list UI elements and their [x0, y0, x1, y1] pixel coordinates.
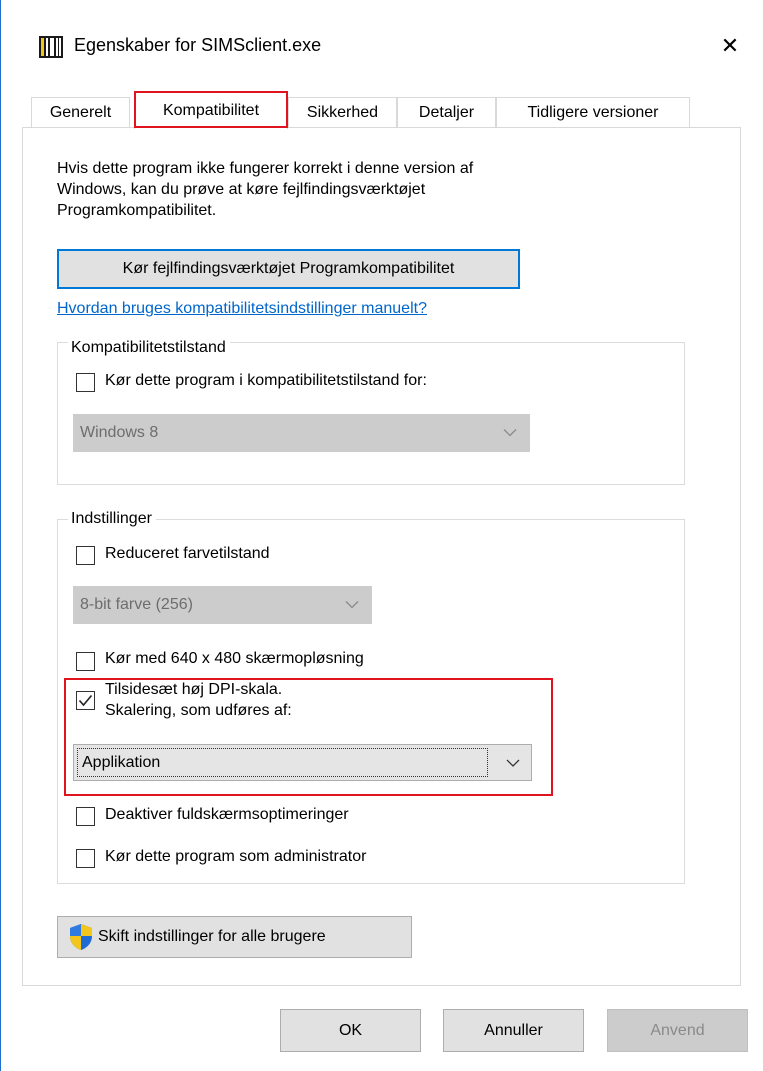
description-text: Hvis dette program ikke fungerer korrekt… — [57, 158, 657, 221]
reduced-color-label: Reduceret farvetilstand — [105, 545, 270, 562]
dpi-scaling-value: Applikation — [77, 748, 488, 777]
chevron-down-icon — [506, 759, 520, 767]
change-all-users-button[interactable]: Skift indstillinger for alle brugere — [57, 916, 412, 958]
change-all-users-label: Skift indstillinger for alle brugere — [98, 928, 326, 945]
high-dpi-sublabel: Skalering, som udføres af: — [105, 702, 292, 719]
fullscreen-opt-checkbox[interactable] — [76, 807, 95, 826]
description-line: Hvis dette program ikke fungerer korrekt… — [57, 160, 474, 177]
compat-mode-label: Kør dette program i kompatibilitetstilst… — [105, 372, 427, 389]
reduced-color-checkbox[interactable] — [76, 546, 95, 565]
tab-label: Tidligere versioner — [527, 103, 659, 121]
tab-label: Detaljer — [418, 103, 475, 121]
low-res-checkbox[interactable] — [76, 652, 95, 671]
compat-os-value: Windows 8 — [80, 424, 159, 441]
tab-kompatibilitet[interactable]: Kompatibilitet — [134, 92, 288, 129]
tab-generelt[interactable]: Generelt — [31, 97, 130, 127]
run-admin-checkbox[interactable] — [76, 849, 95, 868]
compat-help-link[interactable]: Hvordan bruges kompatibilitetsindstillin… — [57, 300, 427, 318]
compat-mode-checkbox[interactable] — [76, 373, 95, 392]
compat-os-select: Windows 8 — [73, 414, 530, 452]
low-res-label: Kør med 640 x 480 skærmopløsning — [105, 650, 364, 667]
tab-tidligere-versioner[interactable]: Tidligere versioner — [496, 97, 690, 127]
dpi-scaling-select[interactable]: Applikation — [73, 744, 532, 781]
checkmark-icon — [78, 694, 93, 707]
tab-label: Sikkerhed — [306, 103, 379, 121]
tab-detaljer[interactable]: Detaljer — [397, 97, 496, 127]
window-border — [0, 0, 1, 1071]
run-troubleshooter-button[interactable]: Kør fejlfindingsværktøjet Programkompati… — [57, 249, 520, 289]
ok-button[interactable]: OK — [280, 1009, 421, 1052]
color-depth-value: 8-bit farve (256) — [80, 596, 193, 613]
description-line: Windows, kan du prøve at køre fejlfindin… — [57, 181, 426, 198]
settings-legend: Indstillinger — [68, 510, 156, 528]
color-depth-select: 8-bit farve (256) — [73, 586, 372, 624]
compat-mode-legend: Kompatibilitetstilstand — [68, 339, 230, 357]
high-dpi-checkbox[interactable] — [76, 691, 95, 710]
uac-shield-icon — [70, 924, 92, 950]
run-admin-label: Kør dette program som administrator — [105, 848, 367, 865]
tab-label: Kompatibilitet — [162, 102, 260, 119]
close-icon: ✕ — [720, 33, 740, 58]
description-line: Programkompatibilitet. — [57, 202, 217, 219]
cancel-button[interactable]: Annuller — [443, 1009, 584, 1052]
fullscreen-opt-label: Deaktiver fuldskærmsoptimeringer — [105, 806, 349, 823]
chevron-down-icon — [503, 429, 517, 437]
window-title: Egenskaber for SIMSclient.exe — [74, 35, 322, 55]
app-icon — [39, 36, 63, 58]
high-dpi-label: Tilsidesæt høj DPI-skala. — [105, 681, 283, 698]
chevron-down-icon — [345, 601, 359, 609]
tab-sikkerhed[interactable]: Sikkerhed — [288, 97, 397, 127]
close-button[interactable]: ✕ — [708, 24, 752, 68]
tab-label: Generelt — [49, 103, 112, 121]
apply-button[interactable]: Anvend — [607, 1009, 748, 1052]
